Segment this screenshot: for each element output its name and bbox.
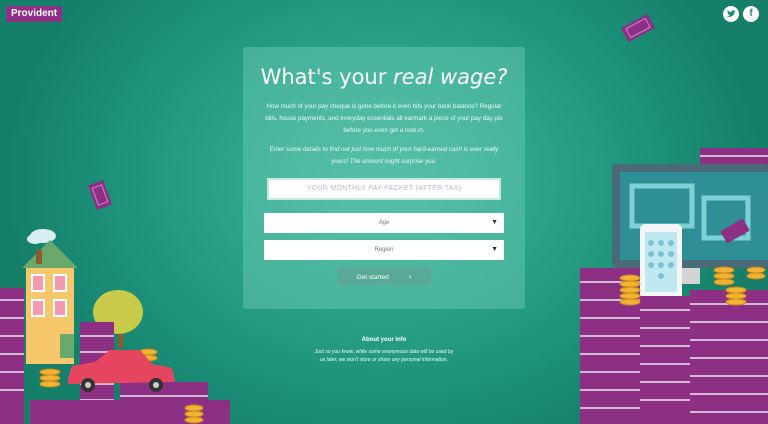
get-started-label: Get started xyxy=(356,274,389,281)
about-info-title: About your info xyxy=(361,337,407,343)
region-select-label: Region xyxy=(374,247,394,253)
chevron-down-icon: ▼ xyxy=(491,219,498,226)
age-select-label: Age xyxy=(378,220,390,226)
flying-bill-top-right xyxy=(621,13,655,43)
get-started-button[interactable]: Get started › xyxy=(337,267,431,286)
pay-packet-input[interactable]: YOUR MONTHLY PAY-PACKET (AFTER TAX) xyxy=(267,178,501,200)
about-info-text: Just so you know, while some anonymous d… xyxy=(314,349,454,363)
wage-calculator-panel: What's your real wage? How much of your … xyxy=(243,47,525,309)
intro-text: How much of your pay cheque is gone befo… xyxy=(265,103,503,134)
age-select[interactable]: Age ▼ xyxy=(264,213,504,233)
title-plain: What's your xyxy=(260,65,394,89)
chevron-right-icon: › xyxy=(408,272,412,281)
chevron-down-icon: ▼ xyxy=(491,246,498,253)
title-emphasis: real wage? xyxy=(393,65,508,89)
region-select[interactable]: Region ▼ xyxy=(264,240,504,260)
flying-bill-left xyxy=(88,180,112,210)
page-title: What's your real wage? xyxy=(243,65,525,89)
right-scene xyxy=(580,148,768,424)
left-scene xyxy=(0,229,230,424)
intro-instructions: Enter some details to find out just how … xyxy=(269,146,499,165)
